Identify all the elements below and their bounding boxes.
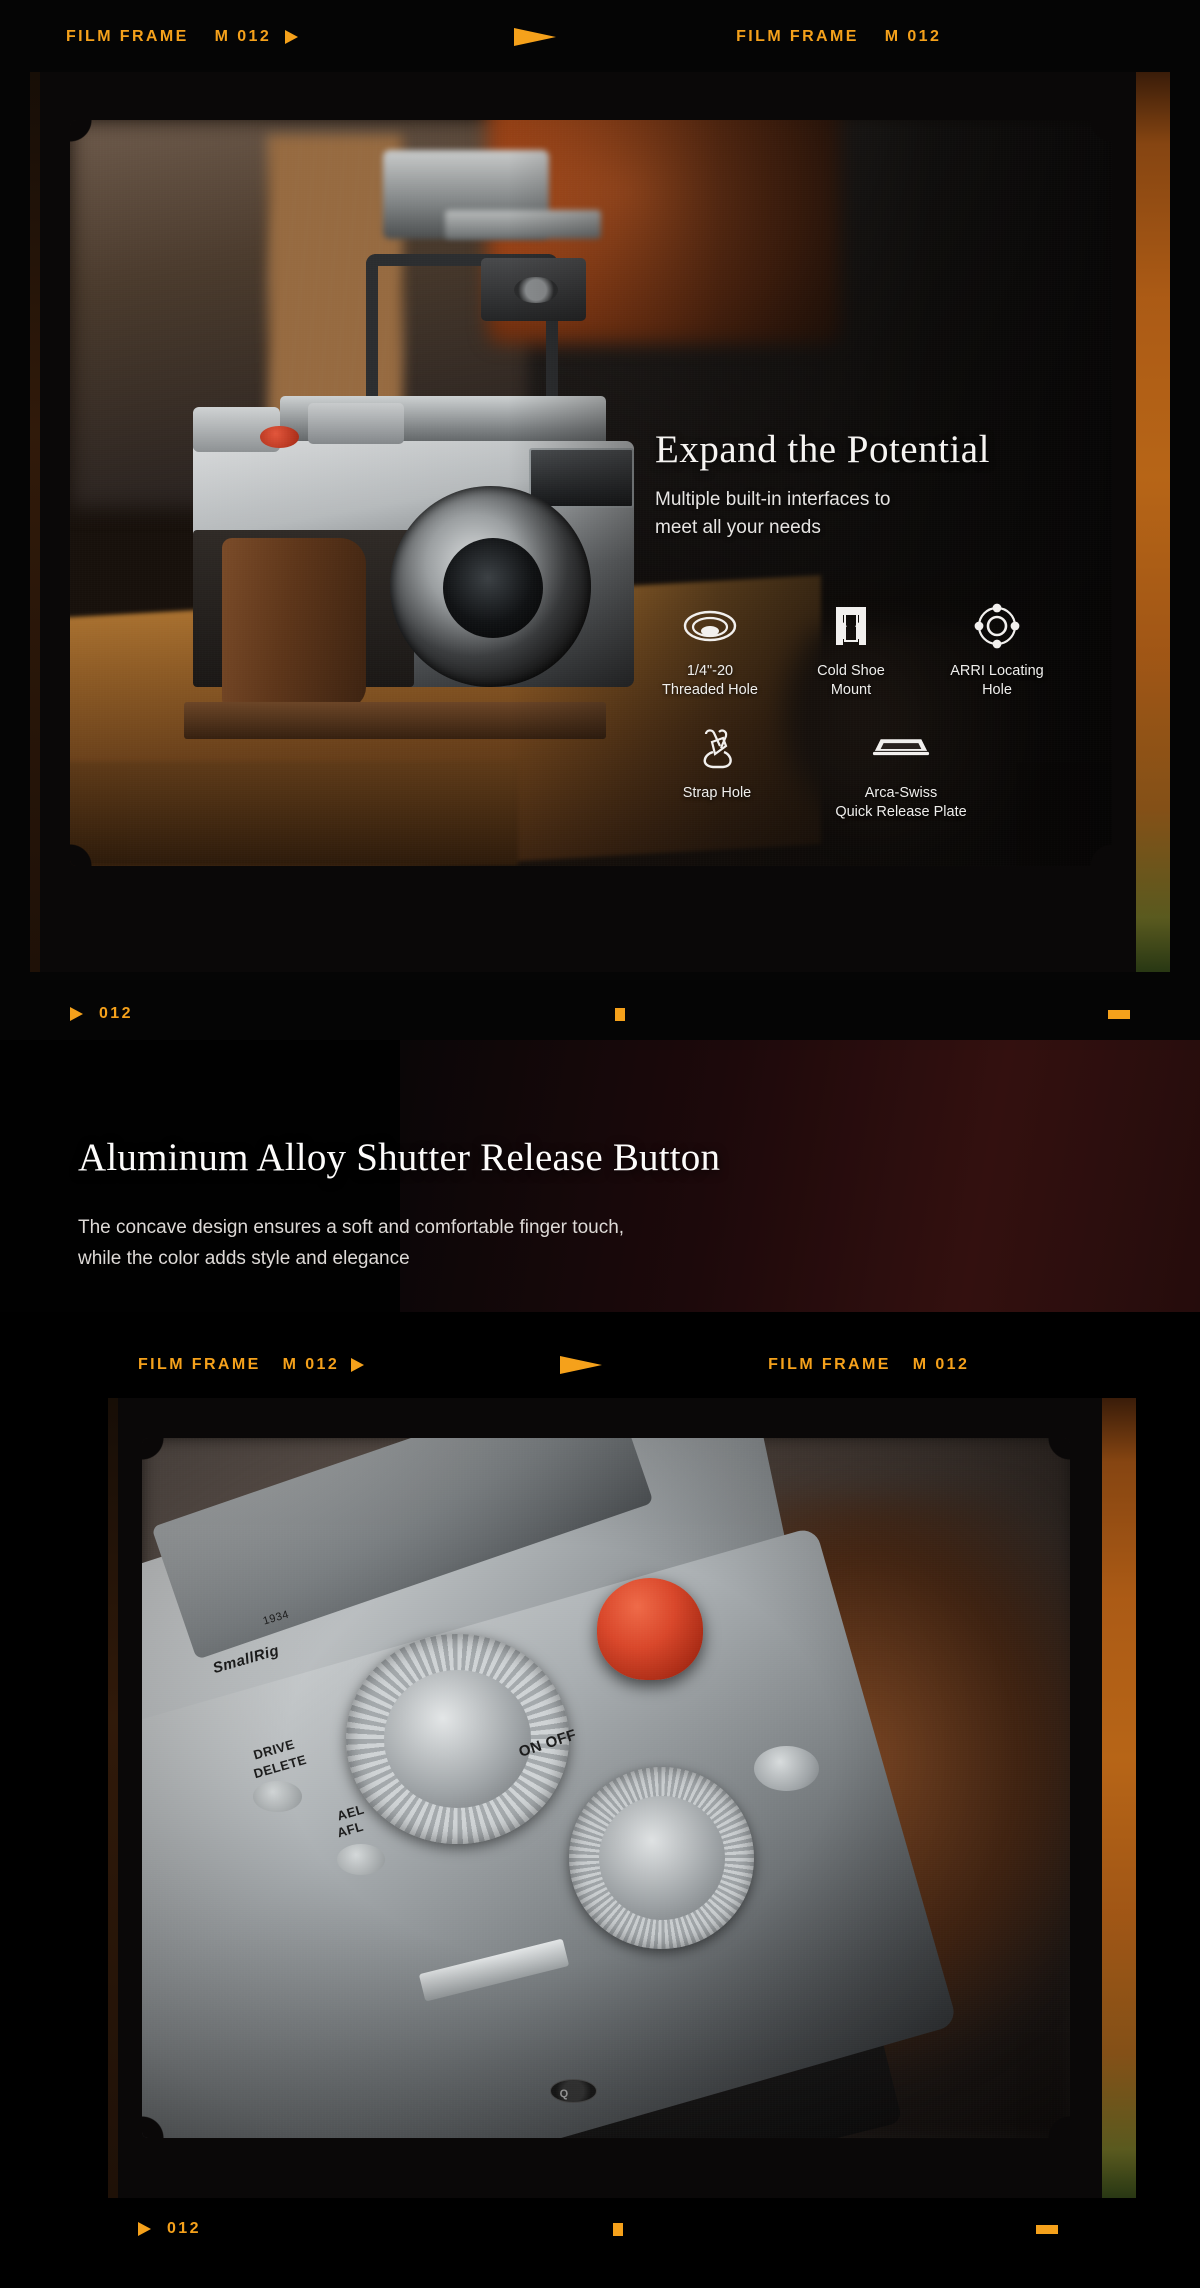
frame-number: 012 <box>167 2220 201 2237</box>
film-strip-header-bar: FILM FRAME M 012 FILM FRAME M 012 <box>66 28 941 46</box>
threaded-hole-icon <box>680 600 740 652</box>
triangle-right-icon <box>351 1358 365 1372</box>
feature-label-line-1: Cold Shoe <box>817 663 885 679</box>
film-frame-label-right: FILM FRAME <box>736 28 859 45</box>
film-strip-footer-bar-2: 012 <box>138 2220 1058 2238</box>
film-frame-label-left: FILM FRAME <box>138 1356 261 1373</box>
section-two-subtitle-line-2: while the color adds style and elegance <box>78 1247 410 1269</box>
film-light-leak-right <box>1136 72 1170 972</box>
feature-label-line-2: Mount <box>830 681 872 698</box>
product-page: FILM FRAME M 012 FILM FRAME M 012 Expand… <box>0 0 1200 2288</box>
triangle-right-icon <box>70 1007 83 1021</box>
wedge-right-icon <box>560 1356 603 1374</box>
film-light-leak-left <box>108 1398 118 2198</box>
feature-icon-grid: 1/4"-20 Threaded Hole Cold Shoe Mount AR… <box>650 600 1070 821</box>
section-two-subtitle-line-1: The concave design ensures a soft and co… <box>78 1217 625 1238</box>
shutter-button-red <box>260 425 299 449</box>
strap-hole-icon <box>687 722 747 774</box>
wedge-right-icon <box>514 28 557 46</box>
section-two-heading: Aluminum Alloy Shutter Release Button <box>78 1136 721 1179</box>
hero-photo-card: Expand the Potential Multiple built-in i… <box>30 72 1170 972</box>
square-mark-icon <box>615 1007 626 1021</box>
triangle-right-icon <box>138 2222 151 2236</box>
feature-strap-hole: Strap Hole <box>658 722 776 822</box>
frame-number: 012 <box>99 1005 133 1022</box>
film-frame-code-left: M 012 <box>282 1356 340 1373</box>
feature-row-2: Strap Hole Arca-Swiss Quick Release Plat… <box>650 722 1070 822</box>
feature-label-line-2: Quick Release Plate <box>835 803 967 820</box>
film-frame-label-right: FILM FRAME <box>768 1356 891 1373</box>
shutter-photo-card: ON OFF DRIVE DELETE AEL AFL SmallRig 193… <box>108 1398 1136 2198</box>
film-frame-code-right: M 012 <box>884 28 942 45</box>
feature-arca-swiss-plate: Arca-Swiss Quick Release Plate <box>806 722 996 822</box>
hero-copy-block: Expand the Potential Multiple built-in i… <box>655 427 1085 541</box>
feature-label-line-2: Threaded Hole <box>662 681 758 698</box>
arri-locating-hole-icon <box>967 600 1027 652</box>
feature-label-line-1: ARRI Locating <box>950 663 1044 679</box>
feature-arri-locating-hole: ARRI Locating Hole <box>932 600 1062 700</box>
feature-label-line-1: Arca-Swiss <box>864 784 938 801</box>
feature-threaded-hole: 1/4"-20 Threaded Hole <box>650 600 770 700</box>
film-strip-footer-bar: 012 <box>70 1005 1130 1023</box>
feature-label-line-2: Hole <box>982 681 1012 698</box>
arca-swiss-plate-icon <box>871 722 931 774</box>
film-light-leak-right <box>1102 1398 1136 2198</box>
triangle-right-icon <box>285 30 299 44</box>
hero-subtitle-line-1: Multiple built-in interfaces to <box>655 489 891 510</box>
feature-cold-shoe-mount: Cold Shoe Mount <box>796 600 906 700</box>
feature-label-line-1: 1/4"-20 <box>686 663 734 679</box>
feature-label-line-1: Strap Hole <box>682 784 752 801</box>
square-mark-icon <box>613 2222 624 2236</box>
film-frame-code-left: M 012 <box>214 28 272 45</box>
hero-title: Expand the Potential <box>655 428 990 471</box>
shutter-photo: ON OFF DRIVE DELETE AEL AFL SmallRig 193… <box>142 1438 1070 2138</box>
feature-row-1: 1/4"-20 Threaded Hole Cold Shoe Mount AR… <box>650 600 1070 700</box>
film-frame-label-left: FILM FRAME <box>66 28 189 45</box>
film-strip-header-bar-2: FILM FRAME M 012 FILM FRAME M 012 <box>138 1356 969 1374</box>
section-expand-the-potential: FILM FRAME M 012 FILM FRAME M 012 Expand… <box>0 0 1200 1040</box>
film-frame-code-right: M 012 <box>912 1356 970 1373</box>
film-light-leak-left <box>30 72 40 972</box>
shutter-photo-scene: ON OFF DRIVE DELETE AEL AFL SmallRig 193… <box>142 1438 1070 2138</box>
hero-subtitle-line-2: meet all your needs <box>655 516 821 538</box>
dash-mark-icon <box>1108 1009 1130 1019</box>
dash-mark-icon <box>1036 2224 1058 2234</box>
cold-shoe-mount-icon <box>821 600 881 652</box>
section-two-subtitle: The concave design ensures a soft and co… <box>78 1213 624 1275</box>
